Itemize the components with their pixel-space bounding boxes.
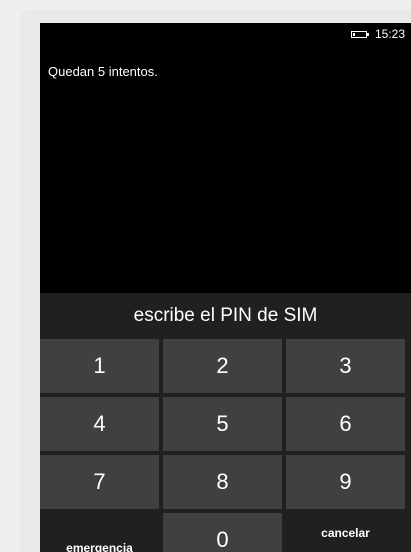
- key-1[interactable]: 1: [40, 339, 159, 393]
- key-4[interactable]: 4: [40, 397, 159, 451]
- emergency-button[interactable]: emergencia: [40, 513, 159, 552]
- cancel-button[interactable]: cancelar: [286, 513, 405, 552]
- battery-icon: [350, 30, 369, 38]
- pin-entry-panel: escribe el PIN de SIM 1 2 3 4 5 6 7 8 9 …: [40, 293, 411, 552]
- key-6[interactable]: 6: [286, 397, 405, 451]
- pin-prompt: escribe el PIN de SIM: [133, 305, 318, 326]
- key-0[interactable]: 0: [163, 513, 282, 552]
- key-7[interactable]: 7: [40, 455, 159, 509]
- key-2[interactable]: 2: [163, 339, 282, 393]
- numeric-keypad: 1 2 3 4 5 6 7 8 9 emergencia 0 cancelar: [40, 339, 411, 552]
- key-5[interactable]: 5: [163, 397, 282, 451]
- status-time: 15:23: [374, 27, 405, 41]
- phone-screen: 15:23 Quedan 5 intentos. escribe el PIN …: [40, 23, 411, 552]
- key-8[interactable]: 8: [163, 455, 282, 509]
- attempts-remaining-message: Quedan 5 intentos.: [48, 64, 158, 79]
- key-9[interactable]: 9: [286, 455, 405, 509]
- key-3[interactable]: 3: [286, 339, 405, 393]
- status-bar: 15:23: [350, 23, 411, 45]
